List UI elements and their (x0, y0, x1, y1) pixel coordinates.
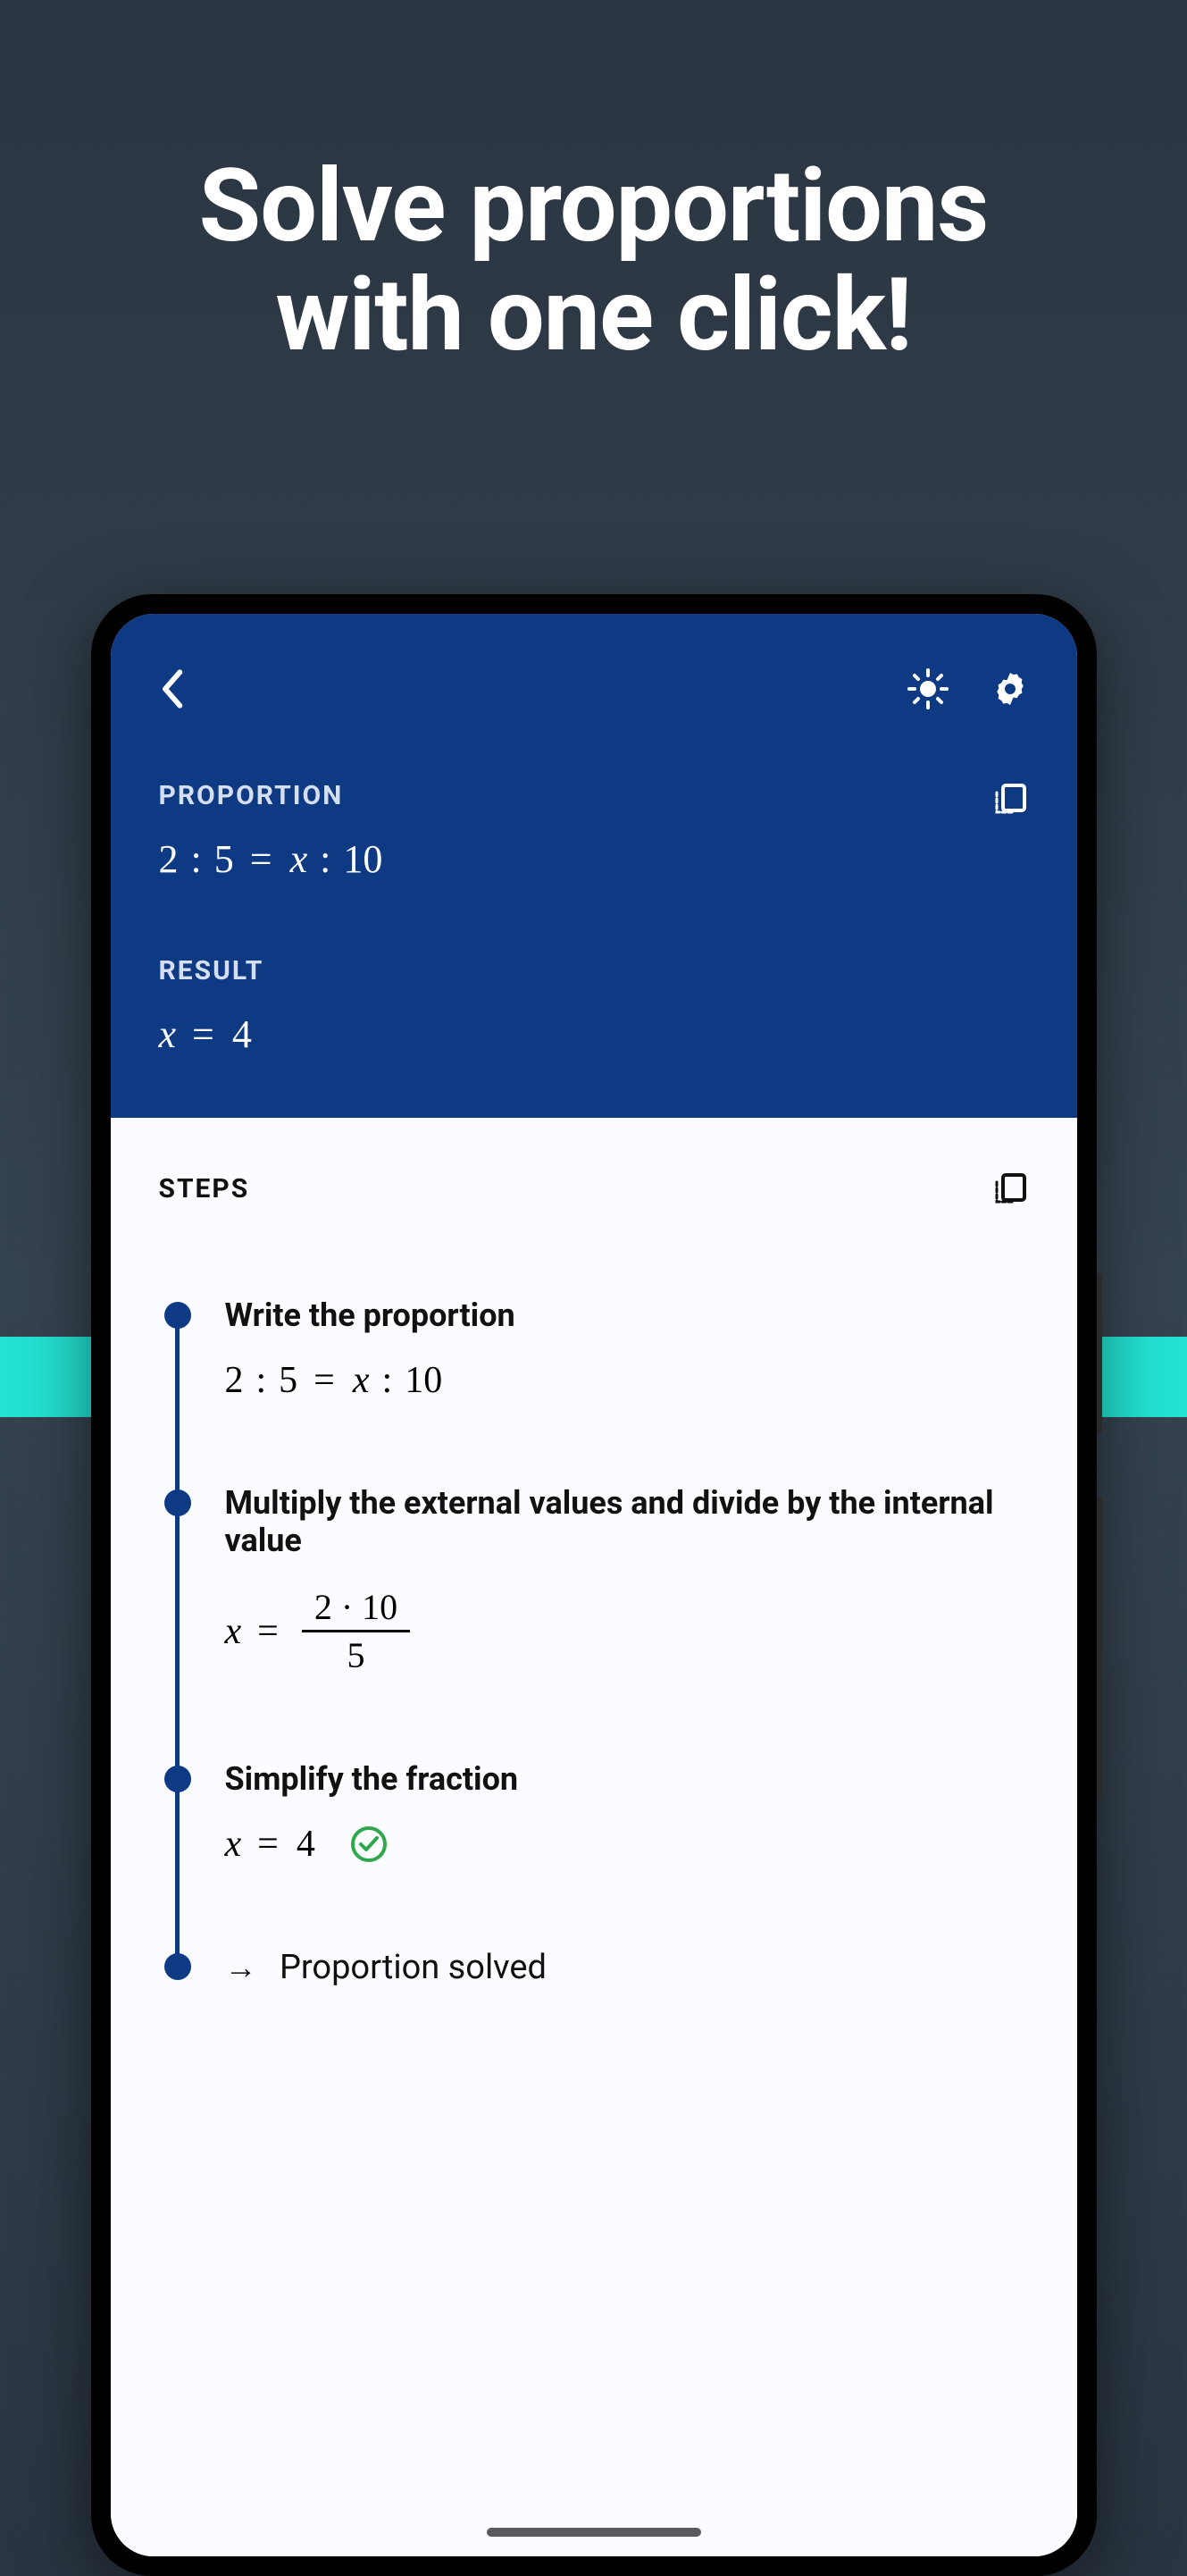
chevron-left-icon (159, 667, 184, 710)
result-label: Result (159, 955, 1029, 986)
copy-icon (991, 1170, 1029, 1207)
headline-line2: with one click! (0, 261, 1187, 370)
timeline-dot (164, 1302, 191, 1329)
phone-side-button (1097, 1273, 1102, 1434)
brightness-icon (907, 668, 949, 709)
step-title: Simplify the fraction (225, 1760, 1029, 1798)
copy-icon (991, 780, 1029, 818)
gear-icon (991, 670, 1029, 708)
step-item: Write the proportion 2 : 5 = x : 10 (225, 1296, 1029, 1402)
step-item: Multiply the external values and divide … (225, 1484, 1029, 1678)
check-circle-icon (349, 1825, 389, 1864)
step-title: Write the proportion (225, 1296, 1029, 1334)
settings-button[interactable] (991, 670, 1029, 708)
arrow-right-icon: → (225, 1949, 257, 1986)
step-item-final: → Proportion solved (225, 1948, 1029, 1987)
back-button[interactable] (159, 667, 184, 710)
fraction: 2 · 10 5 (302, 1584, 410, 1678)
proportion-label: Proportion (159, 780, 383, 811)
timeline-dot (164, 1953, 191, 1980)
home-indicator[interactable] (487, 2528, 701, 2537)
phone-frame: Proportion 2 : 5 = x : 10 (91, 594, 1097, 2576)
step-equation: 2 : 5 = x : 10 (225, 1359, 1029, 1402)
brightness-button[interactable] (907, 668, 949, 709)
timeline-dot (164, 1489, 191, 1516)
step-equation: x = 2 · 10 5 (225, 1584, 1029, 1678)
toolbar (159, 667, 1029, 710)
copy-steps-button[interactable] (991, 1170, 1029, 1207)
steps-label: Steps (159, 1173, 250, 1204)
result-equation: x = 4 (159, 1011, 1029, 1057)
step-final-text: → Proportion solved (225, 1948, 1029, 1987)
step-item: Simplify the fraction x = 4 (225, 1760, 1029, 1866)
timeline-line (175, 1311, 180, 1975)
copy-proportion-button[interactable] (991, 780, 1029, 818)
step-equation: x = 4 (225, 1823, 1029, 1866)
headline: Solve proportions with one click! (0, 0, 1187, 370)
proportion-equation: 2 : 5 = x : 10 (159, 836, 383, 882)
steps-timeline: Write the proportion 2 : 5 = x : 10 Mult… (164, 1296, 1029, 1987)
steps-panel: Steps Write the proportion 2 : 5 (111, 1118, 1077, 2556)
step-title: Multiply the external values and divide … (225, 1484, 1029, 1559)
top-panel: Proportion 2 : 5 = x : 10 (111, 614, 1077, 1118)
phone-side-button (1097, 1497, 1102, 1800)
phone-screen: Proportion 2 : 5 = x : 10 (111, 614, 1077, 2556)
headline-line1: Solve proportions (0, 152, 1187, 261)
timeline-dot (164, 1766, 191, 1792)
